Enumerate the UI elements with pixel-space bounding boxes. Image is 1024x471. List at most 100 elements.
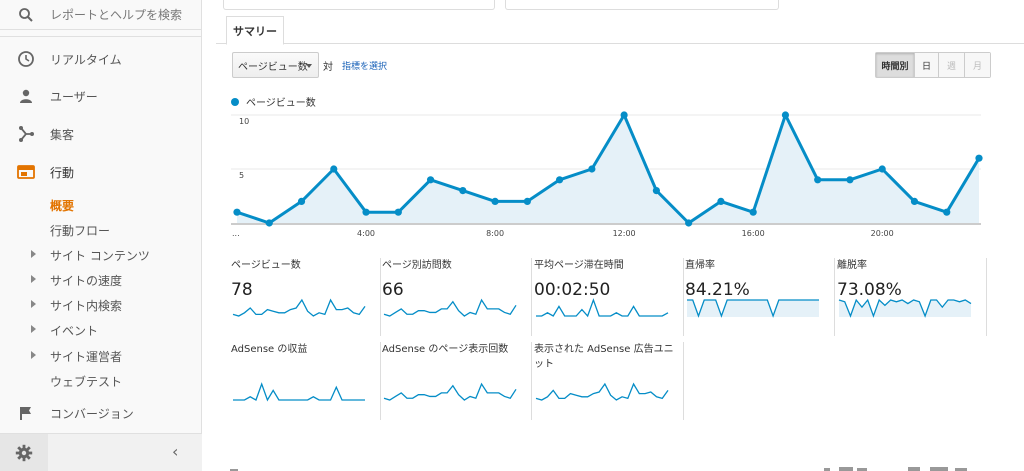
- x-tick-label: 8:00: [486, 229, 504, 238]
- data-point: [749, 208, 757, 216]
- search-icon: [16, 5, 36, 25]
- sidebar-item-label: ユーザー: [50, 89, 98, 104]
- scorecard[interactable]: 離脱率 73.08%: [837, 258, 987, 336]
- sparkline: [232, 298, 366, 317]
- sparkline-line: [232, 298, 366, 317]
- scorecard[interactable]: 表示された AdSense 広告ユニット: [534, 342, 684, 420]
- scorecard-value: 00:02:50: [534, 280, 611, 300]
- scorecard[interactable]: 平均ページ滞在時間 00:02:50: [534, 258, 684, 336]
- data-point: [459, 187, 467, 195]
- expand-arrow-icon: [31, 351, 36, 359]
- submenu-item[interactable]: 概要: [0, 192, 202, 217]
- flag-icon: [16, 403, 36, 423]
- y-tick-label: 5: [239, 171, 244, 180]
- data-point: [523, 197, 531, 205]
- submenu-item[interactable]: サイト内検索: [0, 292, 202, 317]
- data-point: [330, 165, 338, 173]
- legend-dot: [231, 97, 239, 106]
- y-tick-label: 10: [239, 117, 249, 126]
- hourly-button[interactable]: 時間別: [876, 53, 914, 77]
- metric-select-value: ページビュー数: [238, 61, 308, 73]
- submenu-item[interactable]: サイト運営者: [0, 343, 202, 368]
- report-tabs: サマリー: [216, 16, 1024, 45]
- data-point: [426, 176, 435, 184]
- scorecard[interactable]: AdSense の収益: [231, 342, 381, 420]
- person-icon: [16, 86, 36, 106]
- sparkline: [535, 382, 669, 401]
- tab-summary[interactable]: サマリー: [226, 16, 284, 45]
- submenu-item[interactable]: サイトの速度: [0, 267, 202, 292]
- chart-legend: ページビュー数: [231, 94, 316, 109]
- scorecard[interactable]: ページ別訪問数 66: [382, 258, 532, 336]
- metric-select[interactable]: ページビュー数: [232, 52, 319, 78]
- top-control-right: [505, 0, 779, 10]
- scorecard[interactable]: ページビュー数 78: [231, 258, 381, 336]
- chevron-down-icon: [306, 64, 312, 68]
- analytics-app: レポートとヘルプを検索 リアルタイム ユーザー 集客 行動 概要 行動フロー サ…: [0, 0, 1024, 471]
- collapse-sidebar-button[interactable]: ‹: [172, 442, 178, 461]
- scorecard-name: ページ別訪問数: [382, 260, 452, 271]
- submenu-item[interactable]: 行動フロー: [0, 217, 202, 242]
- submenu-item[interactable]: イベント: [0, 317, 202, 342]
- report-search[interactable]: レポートとヘルプを検索: [0, 0, 202, 30]
- scorecard-name: ページビュー数: [231, 260, 301, 271]
- sparkline-area: [687, 300, 819, 317]
- scorecard[interactable]: AdSense のページ表示回数: [382, 342, 532, 420]
- settings-button[interactable]: [0, 434, 48, 471]
- scorecard[interactable]: 直帰率 84.21%: [685, 258, 835, 336]
- scorecard-name: 表示された AdSense 広告ユニット: [534, 344, 674, 370]
- day-button[interactable]: 日: [914, 53, 938, 77]
- legend-label: ページビュー数: [246, 98, 316, 109]
- submenu-item-label: サイト内検索: [50, 299, 123, 313]
- sparkline-line: [535, 382, 669, 401]
- expand-arrow-icon: [31, 300, 36, 308]
- scorecard-value: 78: [231, 280, 253, 300]
- sidebar-footer: ‹: [0, 433, 202, 471]
- scorecard-name: AdSense のページ表示回数: [382, 344, 509, 355]
- data-point: [781, 111, 790, 119]
- sidebar-item-users[interactable]: ユーザー: [0, 77, 202, 115]
- x-tick-label: 20:00: [871, 229, 894, 238]
- data-point: [846, 176, 854, 184]
- acquisition-icon: [16, 124, 36, 144]
- week-button[interactable]: 週: [938, 53, 964, 77]
- submenu-item[interactable]: サイト コンテンツ: [0, 242, 202, 267]
- submenu-item-label: イベント: [50, 324, 99, 338]
- data-point: [362, 208, 370, 216]
- data-point: [975, 154, 983, 162]
- select-metric-link[interactable]: 指標を選択: [342, 59, 387, 72]
- x-tick-label: 12:00: [613, 229, 636, 238]
- vs-label: 対: [323, 62, 333, 73]
- data-point: [685, 219, 693, 227]
- gear-icon: [15, 444, 33, 462]
- scorecard-value: 73.08%: [837, 280, 902, 300]
- data-point: [556, 176, 564, 184]
- expand-arrow-icon: [31, 325, 36, 333]
- sparkline: [383, 298, 517, 317]
- sidebar-item-acquisition[interactable]: 集客: [0, 115, 202, 153]
- behavior-icon: [16, 162, 36, 182]
- submenu-item-label: 概要: [50, 199, 75, 213]
- x-tick-label: 16:00: [742, 229, 765, 238]
- submenu-item-label: ウェブテスト: [50, 375, 123, 389]
- sparkline: [536, 298, 669, 318]
- submenu-item-label: サイト運営者: [50, 350, 123, 364]
- sidebar-item-conversions[interactable]: コンバージョン: [0, 394, 202, 432]
- data-point: [717, 197, 725, 205]
- sidebar-item-realtime[interactable]: リアルタイム: [0, 40, 202, 78]
- scorecard-name: 平均ページ滞在時間: [534, 260, 624, 271]
- top-control-left: [223, 0, 495, 10]
- scorecard-value: 66: [382, 280, 404, 300]
- month-button[interactable]: 月: [964, 53, 990, 77]
- data-point: [943, 208, 951, 216]
- sidebar-item-behavior[interactable]: 行動: [0, 153, 202, 191]
- sparkline: [233, 382, 365, 402]
- sparkline: [383, 382, 517, 401]
- sidebar-item-label: 集客: [50, 127, 75, 142]
- submenu-item[interactable]: ウェブテスト: [0, 368, 202, 393]
- submenu-item-label: サイト コンテンツ: [50, 249, 150, 263]
- data-point: [652, 187, 660, 195]
- data-point: [588, 165, 596, 173]
- sparkline: [838, 298, 972, 318]
- submenu-item-label: サイトの速度: [50, 274, 123, 288]
